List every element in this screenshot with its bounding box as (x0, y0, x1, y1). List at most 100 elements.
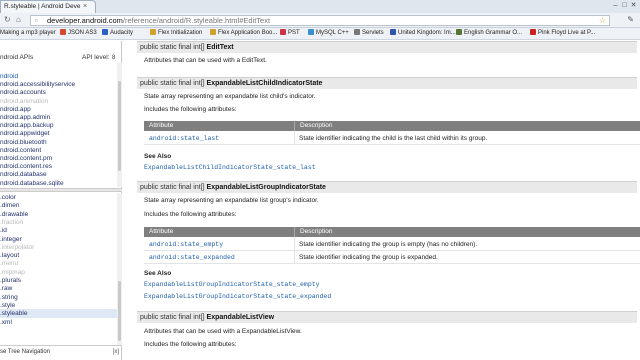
member-signature: public static final int[] ExpandableList… (137, 181, 637, 193)
bookmark-favicon-icon (308, 29, 314, 35)
left-navigation: ndroid APIs API level: 8 ndroid ndroid.ac… (0, 41, 122, 360)
signature-name: ExpandableListChildIndicatorState (206, 80, 323, 87)
bookmark-label: PST (288, 30, 300, 36)
reference-content: public static final int[] EditText Attrib… (124, 40, 640, 360)
class-item[interactable]: .xml (0, 318, 118, 327)
address-bar-row: ↻ ⌂ ▫ developer.android.com/reference/an… (0, 13, 640, 28)
tree-navigation-link[interactable]: se Tree Navigation (0, 349, 50, 355)
page-icon: ▫ (35, 16, 38, 25)
signature-name: ExpandableListView (206, 314, 275, 321)
signature-name: ExpandableListGroupIndicatorState (206, 184, 326, 191)
bookmark-label: MySQL C++ (316, 30, 349, 36)
bookmark-label: Pink Floyd Live at P... (538, 30, 596, 36)
bookmark-favicon-icon (280, 29, 286, 35)
bookmark-favicon-icon (456, 29, 462, 35)
bookmark-label: Making a mp3 player (0, 30, 56, 36)
see-also-heading: See Also (144, 270, 172, 277)
bookmark-item[interactable]: Flex Application Boo... (210, 28, 277, 39)
bookmark-label: JSON AS3 (68, 30, 97, 36)
url-host: developer.android.com (47, 16, 123, 25)
member-description: Attributes that can be used with a EditT… (144, 57, 267, 64)
maximize-icon[interactable]: □ (620, 0, 629, 11)
reload-icon[interactable]: ↻ (4, 15, 11, 25)
bookmark-item[interactable]: Making a mp3 player (0, 28, 56, 39)
bookmark-favicon-icon (210, 29, 216, 35)
bookmark-label: Audacity (110, 30, 134, 36)
member-signature: public static final int[] ExpandableList… (137, 77, 637, 89)
member-signature: public static final int[] ExpandableList… (137, 311, 637, 323)
table-header-description: Description (294, 121, 640, 131)
bookmark-label: English Grammar O... (464, 30, 523, 36)
bookmark-label: Flex Initialization (158, 30, 203, 36)
close-nav-button[interactable]: [x] (113, 346, 119, 358)
bookmark-label: Flex Application Boo... (218, 30, 278, 36)
close-tab-icon[interactable]: × (83, 1, 87, 13)
includes-text: Includes the following attributes: (144, 106, 237, 113)
see-also-link[interactable]: ExpandableListChildIndicatorState_state_… (144, 163, 316, 172)
pane-splitter[interactable] (0, 188, 122, 192)
bookmark-favicon-icon (102, 29, 108, 35)
signature-prefix: public static final int[] (140, 184, 205, 191)
table-header-description: Description (294, 227, 640, 237)
package-scroll-thumb[interactable] (118, 81, 121, 171)
bookmark-item[interactable]: Flex Initialization (150, 28, 202, 39)
bookmark-item[interactable]: Audacity (102, 28, 133, 39)
tab-strip: R.styleable | Android Deve × – □ ✕ (0, 0, 640, 13)
close-window-icon[interactable]: ✕ (629, 0, 638, 11)
bookmark-item[interactable]: English Grammar O... (456, 28, 522, 39)
table-header-attribute: Attribute (144, 121, 294, 131)
signature-prefix: public static final int[] (140, 80, 205, 87)
member-signature: public static final int[] EditText (137, 41, 637, 53)
see-also-heading: See Also (144, 153, 172, 160)
bookmark-item[interactable]: PST (280, 28, 300, 39)
bookmark-star-icon[interactable]: ☆ (599, 16, 606, 25)
member-description: State array representing an expandable l… (144, 93, 316, 100)
attribute-description: State identifier indicating the group is… (294, 251, 640, 264)
table-column-divider (294, 237, 295, 263)
signature-name: EditText (206, 44, 234, 51)
minimize-icon[interactable]: – (611, 0, 620, 11)
bookmark-favicon-icon (390, 29, 396, 35)
package-item[interactable]: ndroid.database.sqlite (0, 179, 118, 188)
bookmark-item[interactable]: Pink Floyd Live at P... (530, 28, 595, 39)
api-header: ndroid APIs API level: 8 (0, 53, 122, 63)
url-input[interactable]: ▫ developer.android.com/reference/androi… (30, 15, 610, 26)
table-header-attribute: Attribute (144, 227, 294, 237)
home-icon[interactable]: ⌂ (16, 15, 21, 25)
wrench-icon[interactable]: ✎ (627, 15, 634, 25)
api-level-select[interactable]: 8 (112, 53, 115, 63)
browser-tab[interactable]: R.styleable | Android Deve × (0, 0, 96, 13)
bookmarks-bar: Making a mp3 player JSON AS3 Audacity Flex … (0, 28, 640, 40)
api-level-label: API level: (82, 54, 110, 61)
bookmark-item[interactable]: United Kingdom: Im... (390, 28, 456, 39)
attribute-description: State identifier indicating the group is… (294, 238, 640, 251)
bookmark-item[interactable]: JSON AS3 (60, 28, 97, 39)
includes-text: Includes the following attributes: (144, 341, 237, 348)
attribute-link[interactable]: android:state_expanded (144, 251, 294, 264)
member-description: Attributes that can be used with a Expan… (144, 328, 302, 335)
attribute-link[interactable]: android:state_empty (144, 238, 294, 251)
bookmark-favicon-icon (530, 29, 536, 35)
window-controls: – □ ✕ (611, 0, 638, 11)
see-also-link[interactable]: ExpandableListGroupIndicatorState_state_… (144, 292, 331, 301)
see-also-link[interactable]: ExpandableListGroupIndicatorState_state_… (144, 280, 320, 289)
bookmark-label: Servlets (362, 30, 384, 36)
includes-text: Includes the following attributes: (144, 211, 237, 218)
bookmark-favicon-icon (150, 29, 156, 35)
class-scroll-thumb[interactable] (118, 281, 121, 341)
bookmark-item[interactable]: Servlets (354, 28, 384, 39)
signature-prefix: public static final int[] (140, 314, 205, 321)
signature-prefix: public static final int[] (140, 44, 205, 51)
bookmark-favicon-icon (354, 29, 360, 35)
api-header-title: ndroid APIs (0, 54, 34, 61)
bookmark-item[interactable]: MySQL C++ (308, 28, 349, 39)
bookmark-label: United Kingdom: Im... (398, 30, 456, 36)
table-column-divider (294, 131, 295, 144)
bookmark-favicon-icon (60, 29, 66, 35)
url-path: /reference/android/R.styleable.html#Edit… (122, 16, 271, 25)
tab-title: R.styleable | Android Deve (4, 3, 81, 10)
attribute-description: State identifier indicating the child is… (294, 132, 640, 145)
member-description: State array representing an expandable l… (144, 197, 319, 204)
tree-navigation-footer: se Tree Navigation [x] (0, 345, 122, 357)
attribute-link[interactable]: android:state_last (144, 132, 294, 145)
